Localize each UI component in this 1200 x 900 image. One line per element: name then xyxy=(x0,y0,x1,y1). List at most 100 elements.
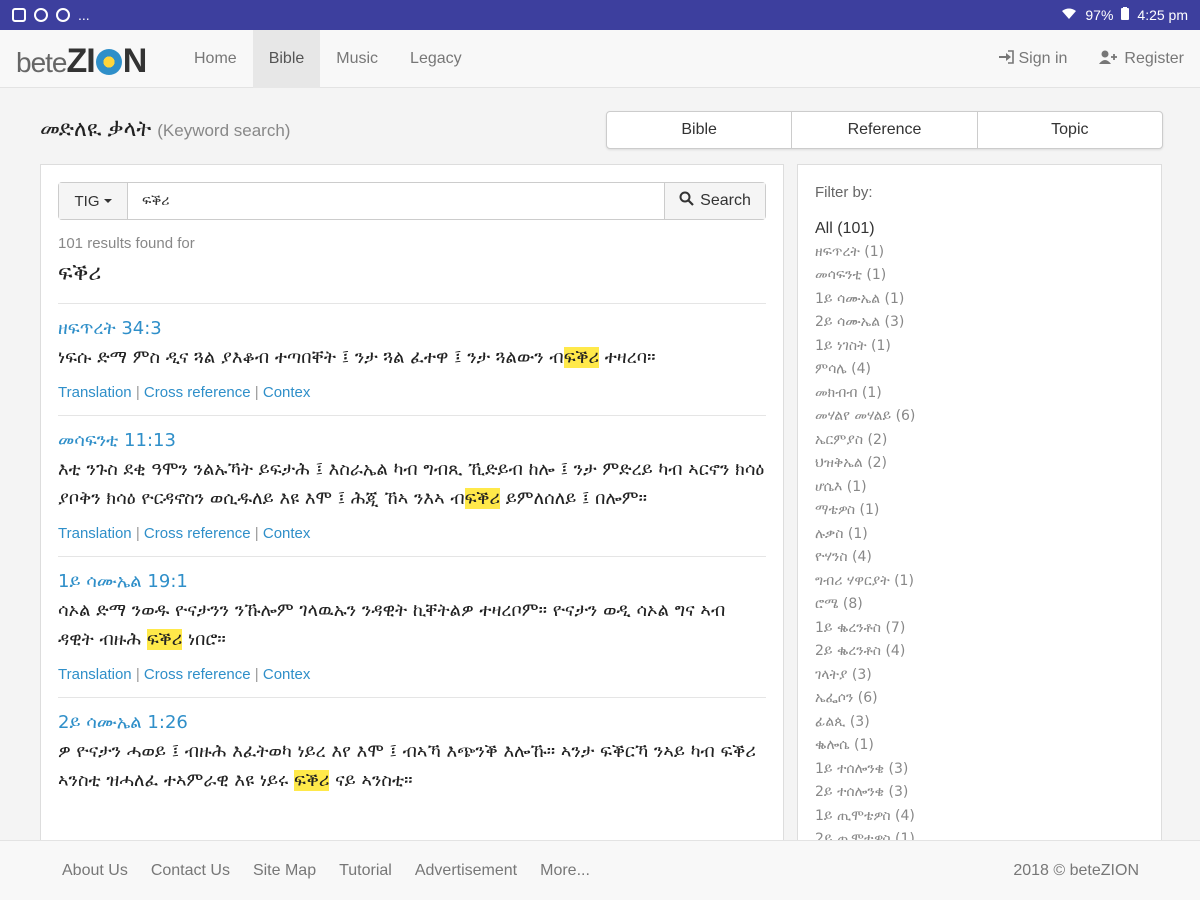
result-reference-link[interactable]: መሳፍንቲ 11:13 xyxy=(58,430,766,451)
result-text: ሳኦል ድማ ንወዱ ዮናታንን ንኹሎም ገላዉኡን ንዳዊት ኪቐትልዎ ተ… xyxy=(58,600,726,650)
highlighted-match: ፍቕሪ xyxy=(294,770,330,791)
footer-links: About Us Contact Us Site Map Tutorial Ad… xyxy=(62,841,590,900)
sync-icon xyxy=(34,8,48,22)
result-item: 2ይ ሳሙኤል 1:26 ዎ ዮናታን ሓወይ ፤ ብዙሕ እፈትወካ ነይረ … xyxy=(58,697,766,809)
language-dropdown[interactable]: TIG xyxy=(59,183,128,219)
filter-item[interactable]: ቈሎሴ (1) xyxy=(815,734,1145,758)
footer-contact-us[interactable]: Contact Us xyxy=(151,862,230,880)
filter-item[interactable]: ግብሪ ሃዋርያት (1) xyxy=(815,570,1145,594)
search-input[interactable] xyxy=(128,183,664,219)
footer-more[interactable]: More... xyxy=(540,862,590,880)
nav-music[interactable]: Music xyxy=(320,30,394,88)
user-plus-icon xyxy=(1099,50,1119,69)
filter-item[interactable]: ሆሴእ (1) xyxy=(815,476,1145,500)
cross-reference-link[interactable]: Cross reference xyxy=(144,525,251,542)
main-nav: Home Bible Music Legacy xyxy=(178,30,478,88)
highlighted-match: ፍቕሪ xyxy=(563,347,600,368)
context-link[interactable]: Contex xyxy=(263,384,311,401)
filter-item[interactable]: 2ይ ቈረንቶስ (4) xyxy=(815,640,1145,664)
nav-home[interactable]: Home xyxy=(178,30,253,88)
sign-in-icon xyxy=(998,49,1014,69)
filter-item[interactable]: 1ይ ቈረንቶስ (7) xyxy=(815,617,1145,641)
filter-item[interactable]: ኤርምያስ (2) xyxy=(815,429,1145,453)
footer-about-us[interactable]: About Us xyxy=(62,862,128,880)
filter-item[interactable]: 2ይ ሳሙኤል (3) xyxy=(815,311,1145,335)
battery-icon xyxy=(1121,7,1130,23)
search-bar: TIG Search xyxy=(58,182,766,220)
filter-item[interactable]: ማቴዎስ (1) xyxy=(815,499,1145,523)
filter-item[interactable]: ምሳሌ (4) xyxy=(815,358,1145,382)
battery-level: 97% xyxy=(1085,7,1114,23)
footer-tutorial[interactable]: Tutorial xyxy=(339,862,392,880)
filter-item[interactable]: 1ይ ተሰሎንቄ (3) xyxy=(815,758,1145,782)
highlighted-match: ፍቕሪ xyxy=(464,488,500,509)
filter-item[interactable]: 1ይ ነገስት (1) xyxy=(815,335,1145,359)
filter-item-all[interactable]: All (101) xyxy=(815,217,1145,241)
cross-reference-link[interactable]: Cross reference xyxy=(144,666,251,683)
android-status-bar: ... 97% 4:25 pm xyxy=(0,0,1200,30)
filter-list: All (101) ዘፍጥረት (1) መሳፍንቲ (1) 1ይ ሳሙኤል (1… xyxy=(815,217,1145,852)
filter-item[interactable]: ህዝቅኤል (2) xyxy=(815,452,1145,476)
tab-reference[interactable]: Reference xyxy=(792,112,978,148)
filter-item[interactable]: 1ይ ጢሞቴዎስ (4) xyxy=(815,805,1145,829)
more-notifications: ... xyxy=(78,7,90,23)
result-text: ነፍሱ ድማ ምስ ዲና ጓል ያእቆብ ተጣበቐት ፤ ንታ ጓል ፈተዋ ፤… xyxy=(58,347,656,368)
filter-item[interactable]: ፊልጲ (3) xyxy=(815,711,1145,735)
copyright: 2018 © beteZION xyxy=(1013,862,1139,879)
sign-in-link[interactable]: Sign in xyxy=(998,49,1067,69)
filter-item[interactable]: መሳፍንቲ (1) xyxy=(815,264,1145,288)
result-actions: Translation | Cross reference | Contex xyxy=(58,525,311,542)
result-reference-link[interactable]: 2ይ ሳሙኤል 1:26 xyxy=(58,712,766,733)
filter-item[interactable]: ገላትያ (3) xyxy=(815,664,1145,688)
filter-item[interactable]: ሮሜ (8) xyxy=(815,593,1145,617)
filter-item[interactable]: ዮሃንስ (4) xyxy=(815,546,1145,570)
page-title: መድለዪ ቃላት (Keyword search) xyxy=(40,116,291,141)
translation-link[interactable]: Translation xyxy=(58,384,132,401)
betezion-logo[interactable]: beteZI N xyxy=(16,42,147,81)
results-panel: TIG Search 101 results found for ፍቕሪ ዘፍጥ… xyxy=(40,164,784,864)
account-nav: Sign in Register xyxy=(998,30,1184,88)
result-actions: Translation | Cross reference | Contex xyxy=(58,384,311,401)
search-mode-tabs: Bible Reference Topic xyxy=(606,111,1163,149)
result-item: ዘፍጥረት 34:3 ነፍሱ ድማ ምስ ዲና ጓል ያእቆብ ተጣበቐት ፤ … xyxy=(58,303,766,415)
top-navbar: beteZI N Home Bible Music Legacy Sign in … xyxy=(0,30,1200,88)
filter-panel: Filter by: All (101) ዘፍጥረት (1) መሳፍንቲ (1)… xyxy=(797,164,1162,864)
nav-bible[interactable]: Bible xyxy=(252,30,321,88)
tab-topic[interactable]: Topic xyxy=(978,112,1162,148)
footer: About Us Contact Us Site Map Tutorial Ad… xyxy=(0,840,1200,900)
page-subtitle: (Keyword search) xyxy=(157,121,291,140)
translation-link[interactable]: Translation xyxy=(58,525,132,542)
result-reference-link[interactable]: ዘፍጥረት 34:3 xyxy=(58,318,766,339)
filter-item[interactable]: 2ይ ተሰሎንቄ (3) xyxy=(815,781,1145,805)
register-link[interactable]: Register xyxy=(1099,50,1184,69)
filter-item[interactable]: 1ይ ሳሙኤል (1) xyxy=(815,288,1145,312)
filter-item[interactable]: ኤፌሶን (6) xyxy=(815,687,1145,711)
result-text: ዎ ዮናታን ሓወይ ፤ ብዙሕ እፈትወካ ነይረ እየ እሞ ፤ ብኣኻ እ… xyxy=(58,741,756,791)
nav-legacy[interactable]: Legacy xyxy=(394,30,478,88)
highlighted-match: ፍቕሪ xyxy=(146,629,183,650)
translation-link[interactable]: Translation xyxy=(58,666,132,683)
results-list: ዘፍጥረት 34:3 ነፍሱ ድማ ምስ ዲና ጓል ያእቆብ ተጣበቐት ፤ … xyxy=(58,303,766,809)
result-item: መሳፍንቲ 11:13 እቲ ንጉስ ደቂ ዓሞን ንልኡኻት ይፍታሕ ፤ እ… xyxy=(58,415,766,556)
logo-o-icon xyxy=(95,49,122,75)
filter-item[interactable]: ሉቃስ (1) xyxy=(815,523,1145,547)
context-link[interactable]: Contex xyxy=(263,525,311,542)
result-text: እቲ ንጉስ ደቂ ዓሞን ንልኡኻት ይፍታሕ ፤ እስራኤል ካብ ግብጺ … xyxy=(58,459,765,509)
filter-item[interactable]: መሃልየ መሃልይ (6) xyxy=(815,405,1145,429)
wifi-icon xyxy=(1061,7,1077,23)
search-icon xyxy=(679,191,694,211)
filter-item[interactable]: መክብብ (1) xyxy=(815,382,1145,406)
context-link[interactable]: Contex xyxy=(263,666,311,683)
result-item: 1ይ ሳሙኤል 19:1 ሳኦል ድማ ንወዱ ዮናታንን ንኹሎም ገላዉኡን… xyxy=(58,556,766,697)
footer-site-map[interactable]: Site Map xyxy=(253,862,316,880)
footer-advertisement[interactable]: Advertisement xyxy=(415,862,517,880)
tab-bible[interactable]: Bible xyxy=(607,112,793,148)
filter-item[interactable]: ዘፍጥረት (1) xyxy=(815,241,1145,265)
results-count: 101 results found for xyxy=(58,235,195,252)
result-actions: Translation | Cross reference | Contex xyxy=(58,666,311,683)
search-button[interactable]: Search xyxy=(664,183,765,219)
filter-title: Filter by: xyxy=(815,184,873,201)
cross-reference-link[interactable]: Cross reference xyxy=(144,384,251,401)
result-reference-link[interactable]: 1ይ ሳሙኤል 19:1 xyxy=(58,571,766,592)
results-term: ፍቕሪ xyxy=(58,261,102,286)
